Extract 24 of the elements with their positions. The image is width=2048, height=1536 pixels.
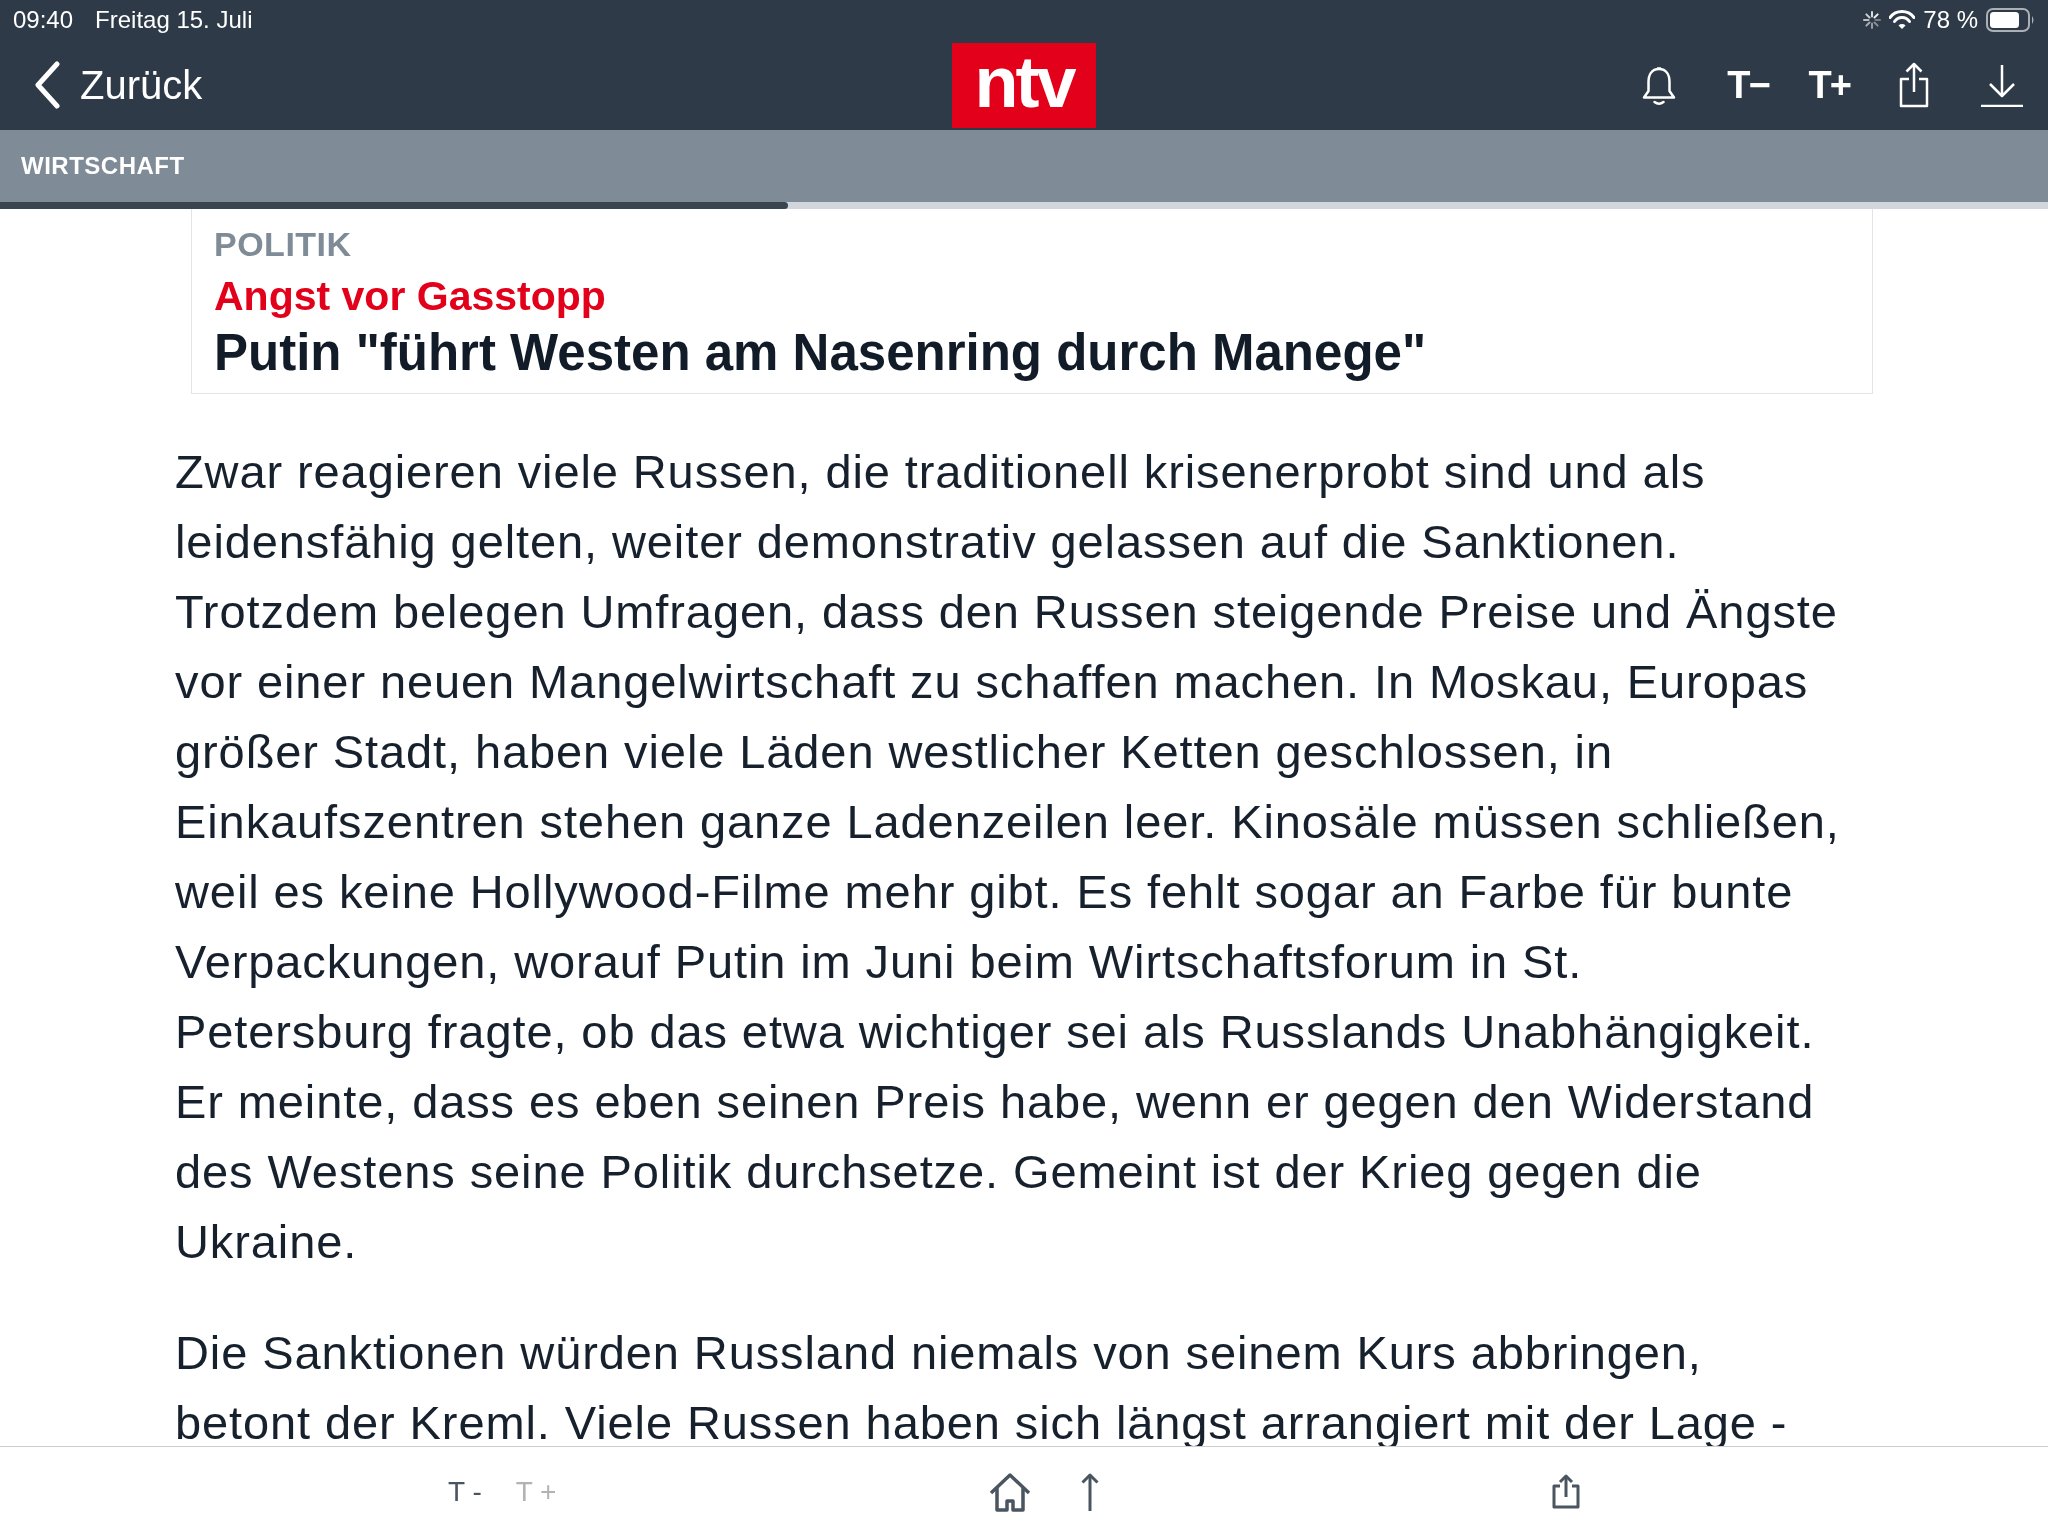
battery-percentage: 78 % <box>1923 5 1978 35</box>
share-icon[interactable] <box>1552 1474 1581 1509</box>
battery-icon <box>1986 8 2035 32</box>
activity-spinner-icon <box>1863 11 1882 29</box>
download-icon[interactable] <box>1980 63 2024 107</box>
back-chevron-icon <box>33 61 62 109</box>
text-larger-button[interactable]: T+ <box>1808 66 1850 104</box>
share-icon[interactable] <box>1898 62 1930 108</box>
status-time: 09:40 <box>13 5 74 35</box>
text-smaller-button[interactable]: T - <box>448 1477 482 1506</box>
article-kicker: Angst vor Gasstopp <box>214 272 606 321</box>
category-label: POLITIK <box>214 224 352 264</box>
up-arrow-icon[interactable] <box>1080 1471 1101 1512</box>
ntv-logo: ntv <box>952 42 1096 128</box>
article-paragraph: Die Sanktionen würden Russland niemals von seinem Kurs abbringen, betont der Kreml. Viele Russen haben sich längst arrangiert mit der Lage - <box>175 1325 1788 1451</box>
back-button[interactable]: Zurück <box>0 55 203 115</box>
notification-bell-icon[interactable] <box>1641 64 1678 106</box>
article-paragraph: Zwar reagieren viele Russen, die traditionell krisenerprobt sind und als leidensfähig gelten, weiter demonstrativ gelassen auf die Sanktionen. Trotzdem belegen Umfragen, dass den Russen steigende Preise und Ängste vor einer neuen Mangelwirtschaft zu schaffen machen. In Moskau, Europas größer Stadt, haben viele Läden westlicher Ketten geschlossen, in Einkaufszentren stehen ganze Ladenzeilen leer. Kinosäle müssen schließen, weil es keine Hollywood-Filme mehr gibt. Es fehlt sogar an Farbe für bunte Verpackungen, worauf Putin im Juni beim Wirtschaftsforum in St. Petersburg fragte, ob das etwa wichtiger sei als Russlands Unabhängigkeit. Er meinte, dass es eben seinen Preis habe, wenn er gegen den Widerstand des Westens seine Politik durchsetze. Gemeint ist der Krieg gegen die Ukraine. <box>175 444 1840 1270</box>
section-label: WIRTSCHAFT <box>21 151 185 181</box>
wifi-icon <box>1889 10 1916 30</box>
article-title: Putin "führt Westen am Nasenring durch Manege" <box>214 323 1427 383</box>
text-smaller-button[interactable]: T− <box>1727 66 1769 104</box>
home-icon[interactable] <box>988 1471 1033 1512</box>
status-date: Freitag 15. Juli <box>95 5 253 35</box>
